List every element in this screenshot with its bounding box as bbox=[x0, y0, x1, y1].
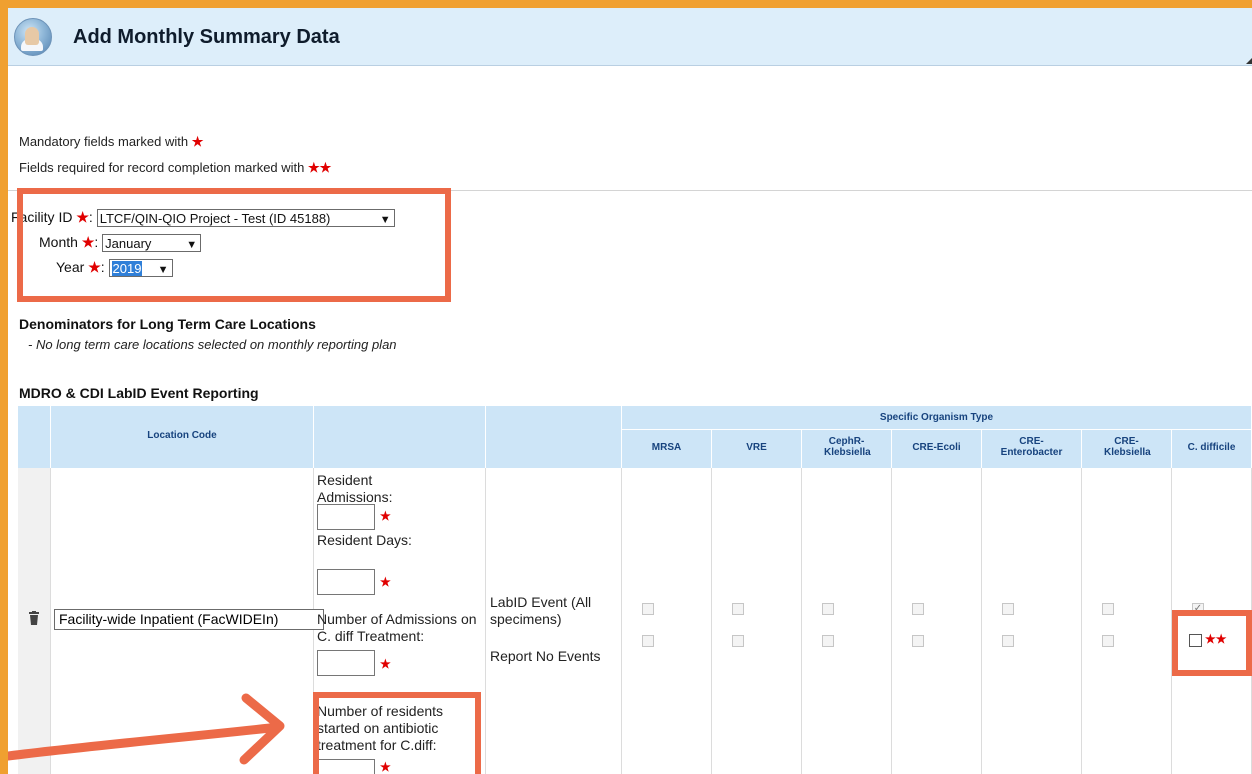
mandatory-star: ★ bbox=[191, 134, 204, 149]
no-events-checkbox-cre-klebsiella[interactable] bbox=[1102, 635, 1114, 647]
required-star: ★ bbox=[380, 575, 391, 589]
mdro-section-title: MDRO & CDI LabID Event Reporting bbox=[19, 385, 259, 401]
organism-cell-mrsa bbox=[622, 468, 712, 774]
mandatory-note-text: Mandatory fields marked with bbox=[19, 134, 189, 149]
no-events-checkbox-mrsa[interactable] bbox=[642, 635, 654, 647]
cdiff-admissions-label: Number of Admissions on C. diff Treatmen… bbox=[317, 611, 477, 644]
mandatory-note: Mandatory fields marked with ★ bbox=[19, 134, 203, 150]
labid-event-label: LabID Event (All specimens) bbox=[490, 594, 592, 627]
organism-header-c-difficile: C. difficile bbox=[1172, 430, 1252, 468]
completion-note-text: Fields required for record completion ma… bbox=[19, 160, 305, 175]
organism-header-vre: VRE bbox=[712, 430, 802, 468]
no-events-checkbox-cephr-klebsiella[interactable] bbox=[822, 635, 834, 647]
labid-checkbox-cre-enterobacter[interactable] bbox=[1002, 603, 1014, 615]
labid-checkbox-mrsa[interactable] bbox=[642, 603, 654, 615]
resident-admissions-label: Resident Admissions: bbox=[317, 472, 393, 505]
specific-organism-header: Specific Organism Type bbox=[622, 406, 1252, 430]
report-no-events-label: Report No Events bbox=[490, 648, 601, 664]
denominators-note: - No long term care locations selected o… bbox=[28, 337, 397, 352]
page-header: Add Monthly Summary Data bbox=[8, 8, 1252, 66]
organism-cell-cephr-klebsiella bbox=[802, 468, 892, 774]
page-title: Add Monthly Summary Data bbox=[73, 26, 340, 48]
resident-admissions-input[interactable] bbox=[317, 504, 375, 530]
labid-checkbox-vre[interactable] bbox=[732, 603, 744, 615]
completion-stars: ★★ bbox=[308, 160, 332, 175]
table-header-blank bbox=[486, 406, 622, 468]
organism-header-cephr-klebsiella: CephR-Klebsiella bbox=[802, 430, 892, 468]
clinician-icon bbox=[14, 18, 52, 56]
trash-icon[interactable] bbox=[28, 611, 40, 625]
facility-highlight-box bbox=[17, 188, 451, 302]
organism-cell-cre-ecoli bbox=[892, 468, 982, 774]
page-frame: Add Monthly Summary Data Mandatory field… bbox=[8, 8, 1252, 774]
cdiff-checkbox-highlight-box bbox=[1172, 610, 1252, 676]
resize-corner-icon bbox=[1246, 58, 1252, 64]
table-header-blank bbox=[18, 406, 51, 468]
organism-cell-cre-enterobacter bbox=[982, 468, 1082, 774]
no-events-checkbox-vre[interactable] bbox=[732, 635, 744, 647]
labid-checkbox-cre-ecoli[interactable] bbox=[912, 603, 924, 615]
no-events-checkbox-cre-ecoli[interactable] bbox=[912, 635, 924, 647]
required-star: ★ bbox=[380, 657, 391, 671]
organism-header-cre-ecoli: CRE-Ecoli bbox=[892, 430, 982, 468]
organism-cell-vre bbox=[712, 468, 802, 774]
resident-days-input[interactable] bbox=[317, 569, 375, 595]
table-header-blank bbox=[314, 406, 486, 468]
labid-checkbox-cephr-klebsiella[interactable] bbox=[822, 603, 834, 615]
required-star: ★ bbox=[380, 509, 391, 523]
organism-header-cre-klebsiella: CRE-Klebsiella bbox=[1082, 430, 1172, 468]
cdiff-admissions-input[interactable] bbox=[317, 650, 375, 676]
denominators-title: Denominators for Long Term Care Location… bbox=[19, 316, 316, 332]
location-code-header: Location Code bbox=[51, 406, 314, 468]
resident-days-label: Resident Days: bbox=[317, 532, 412, 548]
organism-cell-cre-klebsiella bbox=[1082, 468, 1172, 774]
organism-header-mrsa: MRSA bbox=[622, 430, 712, 468]
antibiotic-highlight-box bbox=[313, 692, 481, 774]
organism-header-cre-enterobacter: CRE-Enterobacter bbox=[982, 430, 1082, 468]
completion-note: Fields required for record completion ma… bbox=[19, 160, 331, 176]
annotation-arrow-icon bbox=[8, 693, 285, 765]
no-events-checkbox-cre-enterobacter[interactable] bbox=[1002, 635, 1014, 647]
labid-checkbox-cre-klebsiella[interactable] bbox=[1102, 603, 1114, 615]
location-select[interactable]: Facility-wide Inpatient (FacWIDEIn) bbox=[54, 609, 324, 630]
